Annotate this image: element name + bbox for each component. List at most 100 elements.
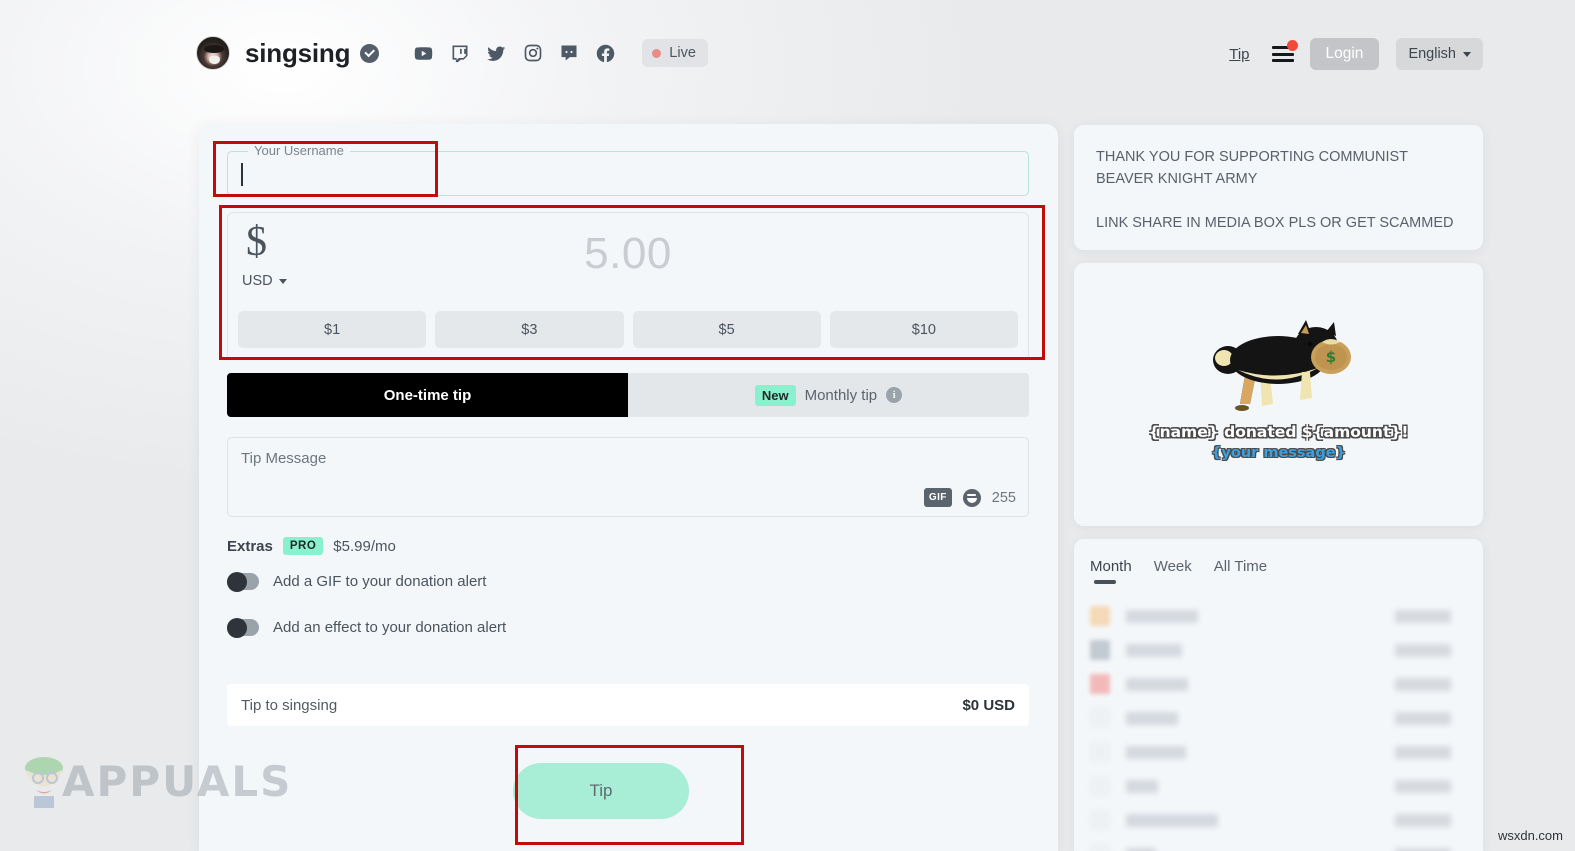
leaderboard-rank-avatar <box>1090 606 1110 626</box>
amount-box: $ USD 5.00 $1 $3 $5 $10 <box>227 212 1029 360</box>
leaderboard-amount <box>1395 779 1451 793</box>
about-line-2: LINK SHARE IN MEDIA BOX PLS OR GET SCAMM… <box>1096 214 1454 231</box>
extras-option-gif: Add a GIF to your donation alert <box>227 571 487 592</box>
social-links <box>413 43 616 64</box>
toggle-add-effect[interactable] <box>227 617 259 638</box>
toggle-add-gif-label: Add a GIF to your donation alert <box>273 573 487 590</box>
tip-message-input[interactable]: Tip Message GIF 255 <box>227 437 1029 517</box>
dog-with-money-bag-gif: $ <box>1074 303 1483 423</box>
tip-submit-button[interactable]: Tip <box>513 763 689 819</box>
appuals-watermark: APPUALS <box>14 752 292 810</box>
leaderboard-tab-all-time[interactable]: All Time <box>1214 558 1267 583</box>
channel-avatar <box>196 36 230 70</box>
tab-monthly-tip[interactable]: New Monthly tip i <box>628 373 1029 417</box>
character-counter: 255 <box>991 489 1016 506</box>
leaderboard-supporter-name <box>1126 779 1158 793</box>
login-button[interactable]: Login <box>1309 38 1380 70</box>
tab-one-time-label: One-time tip <box>383 386 472 404</box>
toggle-add-effect-label: Add an effect to your donation alert <box>273 619 507 636</box>
leaderboard-rank-avatar <box>1090 742 1110 762</box>
language-selector[interactable]: English <box>1396 38 1483 70</box>
header-actions: Tip Login English <box>1229 38 1483 70</box>
instagram-icon[interactable] <box>523 43 543 63</box>
leaderboard-amount <box>1395 813 1451 827</box>
leaderboard-supporter-name <box>1126 745 1186 759</box>
tip-total-bar: Tip to singsing $0 USD <box>227 684 1029 726</box>
quick-amount-10[interactable]: $10 <box>829 311 1018 348</box>
tip-total-label: Tip to singsing <box>241 696 338 714</box>
hamburger-menu-icon[interactable] <box>1271 40 1298 63</box>
info-icon[interactable]: i <box>886 387 903 403</box>
twitter-icon[interactable] <box>486 43 507 64</box>
extras-option-effect: Add an effect to your donation alert <box>227 617 507 638</box>
facebook-icon[interactable] <box>595 43 616 64</box>
language-label: English <box>1408 46 1456 62</box>
quick-amount-5[interactable]: $5 <box>632 311 821 348</box>
leaderboard-rank-avatar <box>1090 708 1110 728</box>
appuals-wordmark: APPUALS <box>62 756 293 806</box>
username-input[interactable]: Your Username <box>227 143 1029 196</box>
leaderboard-row <box>1090 601 1467 631</box>
youtube-icon[interactable] <box>413 43 434 64</box>
live-status-badge: Live <box>642 39 708 67</box>
text-cursor <box>241 163 243 186</box>
header-tip-link[interactable]: Tip <box>1229 46 1249 63</box>
leaderboard-row <box>1090 703 1467 733</box>
leaderboard-rank-avatar <box>1090 810 1110 830</box>
channel-identity: singsing Live <box>196 36 708 70</box>
tip-message-placeholder: Tip Message <box>241 450 327 467</box>
leaderboard-tabs: Month Week All Time <box>1090 558 1267 584</box>
leaderboard-card: Month Week All Time <box>1074 539 1483 851</box>
emoji-smiley-icon[interactable] <box>962 488 981 507</box>
toggle-add-gif[interactable] <box>227 571 259 592</box>
svg-text:$: $ <box>1325 348 1335 366</box>
verified-check-icon <box>360 43 380 63</box>
leaderboard-amount <box>1395 745 1451 759</box>
alert-text-secondary: {your message} <box>1211 445 1346 461</box>
tab-one-time-tip[interactable]: One-time tip <box>227 373 628 417</box>
site-header: singsing Live Tip Login English <box>0 0 1575 110</box>
leaderboard-tab-month[interactable]: Month <box>1090 558 1132 584</box>
leaderboard-tab-week[interactable]: Week <box>1154 558 1192 583</box>
leaderboard-amount <box>1395 711 1451 725</box>
extras-header: Extras PRO $5.99/mo <box>227 537 396 555</box>
pro-badge: PRO <box>282 537 324 555</box>
leaderboard-amount <box>1395 677 1451 691</box>
leaderboard-supporter-name <box>1126 847 1156 851</box>
discord-icon[interactable] <box>559 43 579 63</box>
tip-type-tabs: One-time tip New Monthly tip i <box>227 373 1029 417</box>
alert-text-primary: {name} donated ${amount}! <box>1148 423 1409 441</box>
leaderboard-rows <box>1090 601 1467 851</box>
leaderboard-row <box>1090 771 1467 801</box>
leaderboard-row <box>1090 839 1467 851</box>
extras-price: $5.99/mo <box>333 537 396 555</box>
tip-page: singsing Live Tip Login English Your Use… <box>0 0 1575 851</box>
leaderboard-row <box>1090 635 1467 665</box>
leaderboard-row <box>1090 669 1467 699</box>
leaderboard-amount <box>1395 609 1451 623</box>
chevron-down-icon <box>1463 51 1471 57</box>
gif-button[interactable]: GIF <box>923 488 952 507</box>
message-tools: GIF 255 <box>923 488 1016 507</box>
leaderboard-supporter-name <box>1126 813 1218 827</box>
quick-amount-3[interactable]: $3 <box>435 311 624 348</box>
site-watermark: wsxdn.com <box>1497 828 1563 843</box>
quick-amount-1[interactable]: $1 <box>238 311 427 348</box>
leaderboard-row <box>1090 805 1467 835</box>
quick-amount-row: $1 $3 $5 $10 <box>238 311 1018 348</box>
live-label: Live <box>669 45 696 61</box>
leaderboard-rank-avatar <box>1090 674 1110 694</box>
new-badge: New <box>754 384 796 406</box>
amount-input[interactable]: 5.00 <box>228 229 1028 279</box>
tab-monthly-label: Monthly tip <box>804 386 878 404</box>
leaderboard-supporter-name <box>1126 643 1182 657</box>
leaderboard-amount <box>1395 643 1451 657</box>
leaderboard-supporter-name <box>1126 677 1188 691</box>
about-line-1: THANK YOU FOR SUPPORTING COMMUNIST BEAVE… <box>1096 149 1408 187</box>
notification-dot-icon <box>1286 40 1298 51</box>
page-title: singsing <box>245 37 351 68</box>
leaderboard-amount <box>1395 847 1451 851</box>
twitch-icon[interactable] <box>450 43 470 63</box>
tip-total-amount: $0 USD <box>962 696 1015 714</box>
live-dot-icon <box>652 48 662 58</box>
